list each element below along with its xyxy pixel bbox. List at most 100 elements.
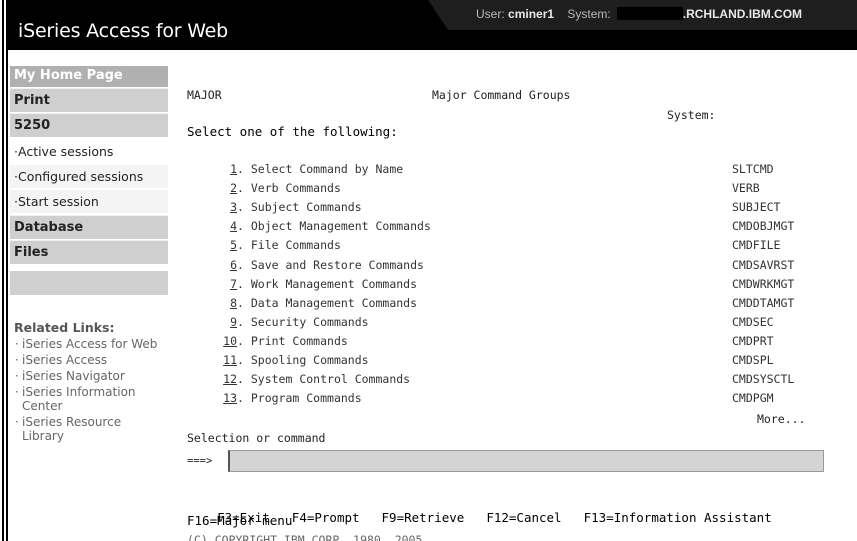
command-option-label: . Select Command by Name <box>237 162 404 176</box>
command-option-number[interactable]: 2 <box>217 181 237 195</box>
nav-configured-sessions[interactable]: ·Configured sessions <box>10 164 168 188</box>
command-option-row[interactable]: 6. Save and Restore Commands CMDSAVRST <box>187 258 827 277</box>
command-option-code: SUBJECT <box>732 200 781 215</box>
command-option-text: Save and Restore Commands <box>250 257 424 272</box>
sidebar-nav: My Home Page Print 5250 ·Active sessions… <box>10 50 168 541</box>
command-option-code: CMDOBJMGT <box>732 219 795 234</box>
f13-information-assistant-key[interactable]: F13=Information Assistant <box>584 510 772 525</box>
screen-title: Major Command Groups <box>432 88 571 102</box>
command-option-number[interactable]: 8 <box>217 296 237 310</box>
user-label: User: <box>476 7 505 21</box>
nav-active-sessions[interactable]: ·Active sessions <box>10 139 168 163</box>
command-option-number[interactable]: 13 <box>217 391 237 405</box>
copyright-notice: (C) COPYRIGHT IBM CORP. 1980, 2005. <box>187 533 430 541</box>
command-option-code: SLTCMD <box>732 162 774 176</box>
selection-prompt: Select one of the following: <box>187 124 398 139</box>
command-option-text: Spooling Commands <box>250 353 369 367</box>
window-left-border <box>0 0 8 541</box>
related-link-iseries-access-for-web[interactable]: iSeries Access for Web <box>14 337 164 351</box>
command-option-code: CMDWRKMGT <box>732 276 795 291</box>
command-option-label: . Subject Commands <box>237 200 362 215</box>
command-option-row[interactable]: 3. Subject Commands SUBJECT <box>187 200 827 219</box>
nav-start-session-label: Start session <box>17 194 99 209</box>
command-option-code: CMDPRT <box>732 333 774 348</box>
command-option-row[interactable]: 13. Program Commands CMDPGM <box>187 391 827 410</box>
nav-start-session[interactable]: ·Start session <box>10 189 168 213</box>
screen-system-label: System: <box>667 108 716 122</box>
related-links-title: Related Links: <box>14 320 115 335</box>
command-option-number[interactable]: 5 <box>217 238 237 252</box>
command-option-code: CMDSAVRST <box>732 257 795 272</box>
command-option-label: . Verb Commands <box>237 181 341 196</box>
command-option-label: . File Commands <box>237 238 341 253</box>
nav-print[interactable]: Print <box>10 88 168 112</box>
command-option-number[interactable]: 3 <box>217 200 237 214</box>
command-option-label: . Program Commands <box>237 391 362 406</box>
system-label: System: <box>567 7 611 21</box>
nav-files[interactable]: Files <box>10 240 168 264</box>
command-option-row[interactable]: 10. Print Commands CMDPRT <box>187 334 827 353</box>
system-name: .RCHLAND.IBM.COM <box>682 7 803 21</box>
session-screen: MAJOR Major Command Groups System: Selec… <box>187 80 837 541</box>
nav-database[interactable]: Database <box>10 215 168 239</box>
command-option-row[interactable]: 4. Object Management Commands CMDOBJMGT <box>187 219 827 238</box>
related-link-information-center[interactable]: iSeries Information Center <box>14 385 164 413</box>
command-option-row[interactable]: 2. Verb Commands VERB <box>187 181 827 200</box>
nav-5250[interactable]: 5250 <box>10 113 168 137</box>
command-option-code: CMDDTAMGT <box>732 295 795 310</box>
command-arrow: ===> <box>187 455 213 467</box>
related-links-list: iSeries Access for Web iSeries Access iS… <box>14 337 164 445</box>
app-header: iSeries Access for Web User: cminer1 Sys… <box>8 0 857 50</box>
related-link-iseries-navigator[interactable]: iSeries Navigator <box>14 369 164 383</box>
command-option-code: CMDFILE <box>732 238 781 253</box>
command-option-row[interactable]: 5. File Commands CMDFILE <box>187 238 827 257</box>
command-option-text: Security Commands <box>250 314 369 329</box>
nav-spacer <box>10 271 168 295</box>
command-option-number[interactable]: 7 <box>217 277 237 291</box>
command-option-number[interactable]: 10 <box>217 334 237 348</box>
command-option-row[interactable]: 8. Data Management Commands CMDDTAMGT <box>187 296 827 315</box>
command-option-label: . Object Management Commands <box>237 219 431 234</box>
command-option-row[interactable]: 1. Select Command by Name SLTCMD <box>187 162 827 181</box>
nav-configured-sessions-label: Configured sessions <box>17 169 144 184</box>
selection-label: Selection or command <box>187 431 326 445</box>
command-option-number[interactable]: 4 <box>217 219 237 233</box>
command-option-number[interactable]: 11 <box>217 353 237 367</box>
command-option-label: . Save and Restore Commands <box>237 257 424 272</box>
system-name-redaction <box>616 7 683 20</box>
command-option-text: System Control Commands <box>250 372 411 387</box>
command-input[interactable] <box>228 450 824 472</box>
user-name: cminer1 <box>508 7 555 21</box>
command-option-row[interactable]: 7. Work Management Commands CMDWRKMGT <box>187 277 827 296</box>
command-option-label: . Work Management Commands <box>237 276 418 291</box>
app-title: iSeries Access for Web <box>18 20 229 42</box>
command-option-text: Data Management Commands <box>250 295 418 310</box>
command-option-text: Program Commands <box>250 391 362 406</box>
command-option-number[interactable]: 12 <box>217 372 237 386</box>
command-option-label: . System Control Commands <box>237 372 411 387</box>
command-option-label: . Security Commands <box>237 314 369 329</box>
command-option-number[interactable]: 6 <box>217 258 237 272</box>
command-option-row[interactable]: 9. Security Commands CMDSEC <box>187 315 827 334</box>
command-option-code: VERB <box>732 181 760 196</box>
command-option-text: File Commands <box>250 238 341 253</box>
f12-cancel-key[interactable]: F12=Cancel <box>486 510 561 525</box>
command-option-code: CMDPGM <box>732 391 774 406</box>
command-option-code: CMDSYSCTL <box>732 372 795 387</box>
f16-major-menu-key[interactable]: F16=Major menu <box>187 513 292 528</box>
command-option-number[interactable]: 9 <box>217 315 237 329</box>
command-option-row[interactable]: 11. Spooling Commands CMDSPL <box>187 353 827 372</box>
nav-my-home-page[interactable]: My Home Page <box>10 66 168 87</box>
command-option-row[interactable]: 12. System Control Commands CMDSYSCTL <box>187 372 827 391</box>
f9-retrieve-key[interactable]: F9=Retrieve <box>382 510 465 525</box>
command-option-number[interactable]: 1 <box>217 162 237 176</box>
command-option-label: . Spooling Commands <box>237 353 369 367</box>
related-link-iseries-access[interactable]: iSeries Access <box>14 353 164 367</box>
command-option-text: Work Management Commands <box>250 276 418 291</box>
user-system-info: User: cminer1 System: .RCHLAND.IBM.COM <box>476 7 802 21</box>
command-option-code: CMDSEC <box>732 314 774 329</box>
nav-active-sessions-label: Active sessions <box>17 144 114 159</box>
command-option-text: Print Commands <box>250 333 348 348</box>
related-link-resource-library[interactable]: iSeries Resource Library <box>14 415 164 443</box>
f4-prompt-key[interactable]: F4=Prompt <box>292 510 360 525</box>
